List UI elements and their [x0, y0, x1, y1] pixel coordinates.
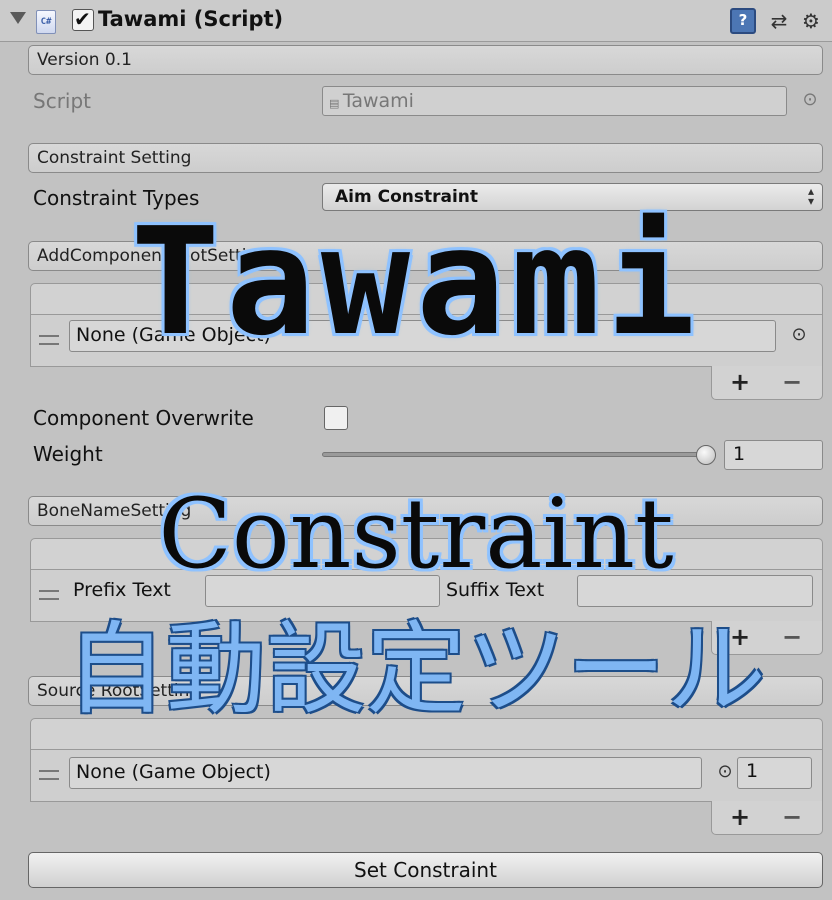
- prefix-text-field[interactable]: [205, 575, 440, 607]
- constraint-types-label: Constraint Types: [33, 186, 200, 210]
- weight-label: Weight: [33, 442, 103, 466]
- object-picker-icon: ⊙: [802, 89, 818, 110]
- source-weight-field[interactable]: 1: [737, 757, 812, 789]
- root-list-body: None (Game Object) ⊙: [30, 315, 823, 367]
- script-field: ▤ Tawami: [322, 86, 787, 116]
- root-list-header: [30, 283, 823, 315]
- script-value: Tawami: [342, 90, 414, 112]
- weight-slider-track[interactable]: [322, 452, 712, 457]
- updown-arrow-icon: ▴ ▾: [807, 184, 814, 208]
- script-label: Script: [33, 89, 92, 113]
- prefix-text-label: Prefix Text: [73, 579, 171, 601]
- csharp-script-icon: C#: [36, 10, 56, 34]
- component-title: Tawami (Script): [98, 7, 284, 31]
- set-constraint-button[interactable]: Set Constraint: [28, 852, 823, 888]
- gear-icon[interactable]: ⚙: [798, 8, 824, 34]
- bone-list-footer: + −: [711, 621, 823, 655]
- add-item-button[interactable]: +: [730, 368, 750, 396]
- script-file-icon: ▤: [329, 97, 343, 110]
- drag-handle-icon[interactable]: [39, 335, 59, 345]
- suffix-text-label: Suffix Text: [446, 579, 545, 601]
- root-list-footer: + −: [711, 366, 823, 400]
- remove-item-button[interactable]: −: [782, 803, 802, 831]
- add-item-button[interactable]: +: [730, 803, 750, 831]
- constraint-types-dropdown[interactable]: Aim Constraint ▴ ▾: [322, 183, 823, 211]
- object-picker-icon[interactable]: ⊙: [789, 325, 809, 345]
- constraint-setting-header: Constraint Setting: [28, 143, 823, 173]
- source-list-header: [30, 718, 823, 750]
- constraint-types-value: Aim Constraint: [335, 187, 479, 207]
- source-list-footer: + −: [711, 801, 823, 835]
- bone-name-setting-header: BoneNameSetting: [28, 496, 823, 526]
- bone-list-body: Prefix Text Suffix Text: [30, 570, 823, 622]
- foldout-arrow-icon[interactable]: [10, 12, 26, 24]
- preset-icon[interactable]: ⇄: [766, 8, 792, 34]
- drag-handle-icon[interactable]: [39, 590, 59, 600]
- version-box: Version 0.1: [28, 45, 823, 75]
- source-object-field[interactable]: None (Game Object): [69, 757, 702, 789]
- bone-list-header: [30, 538, 823, 570]
- remove-item-button[interactable]: −: [782, 368, 802, 396]
- help-icon[interactable]: ?: [730, 8, 756, 34]
- remove-item-button[interactable]: −: [782, 623, 802, 651]
- root-object-field[interactable]: None (Game Object): [69, 320, 776, 352]
- component-overwrite-label: Component Overwrite: [33, 406, 254, 430]
- suffix-text-field[interactable]: [577, 575, 813, 607]
- addcomponent-root-header: AddComponentRootSetting: [28, 241, 823, 271]
- add-item-button[interactable]: +: [730, 623, 750, 651]
- source-root-setting-header: Source RootSetting: [28, 676, 823, 706]
- component-overwrite-checkbox[interactable]: [324, 406, 348, 430]
- enabled-checkbox[interactable]: [72, 7, 94, 31]
- source-list-body: None (Game Object) ⊙ 1: [30, 750, 823, 802]
- weight-slider-thumb[interactable]: [696, 445, 716, 465]
- drag-handle-icon[interactable]: [39, 770, 59, 780]
- weight-field[interactable]: 1: [724, 440, 823, 470]
- inspector-header: C# Tawami (Script) ? ⇄ ⚙: [0, 0, 832, 42]
- object-picker-icon[interactable]: ⊙: [715, 762, 735, 782]
